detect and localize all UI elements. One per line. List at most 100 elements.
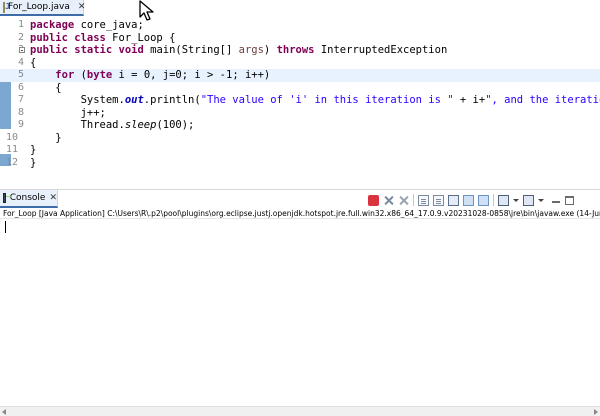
code-token: core_java;	[74, 19, 144, 31]
code-line[interactable]: 11}	[0, 144, 600, 157]
open-console-icon[interactable]	[523, 194, 534, 206]
line-number: 10	[6, 131, 19, 143]
code-token: byte	[86, 69, 113, 81]
code-text: j++;	[30, 107, 106, 120]
line-number: 9	[17, 119, 24, 130]
code-token: }	[30, 144, 37, 156]
code-token: (	[74, 69, 87, 81]
code-token: for	[55, 69, 75, 81]
toolbar-separator	[413, 194, 414, 206]
line-number: 12	[6, 156, 19, 168]
code-token: {	[30, 56, 37, 69]
code-line[interactable]: 3public static void main(String[] args) …	[0, 44, 600, 57]
code-token: args	[238, 44, 264, 56]
console-toolbar	[368, 193, 574, 207]
console-icon	[3, 193, 12, 203]
editor-tab-title: For_Loop.java	[8, 2, 70, 12]
code-token: i = 0, j=0; i > -1; i++)	[112, 69, 271, 81]
code-line[interactable]: 6 {	[0, 82, 600, 95]
code-token: out	[124, 94, 144, 106]
line-number: 5	[17, 69, 24, 80]
console-horizontal-scrollbar[interactable]	[0, 406, 600, 416]
code-editor[interactable]: 1 package core_java; 2 public class For_Loo…	[0, 17, 600, 190]
minimize-icon[interactable]	[552, 195, 561, 206]
line-number: 8	[17, 106, 24, 118]
editor-tab-for-loop[interactable]: For_Loop.java ✕	[0, 0, 86, 16]
code-token: j++;	[30, 106, 106, 119]
maximize-icon[interactable]	[565, 195, 574, 205]
java-file-icon	[3, 1, 10, 13]
close-icon[interactable]: ✕	[49, 193, 57, 203]
scroll-right-icon[interactable]	[594, 409, 598, 415]
code-text: {	[30, 57, 36, 70]
code-token: System.	[30, 94, 125, 106]
code-token: For_Loop {	[105, 31, 176, 44]
process-label: For_Loop [Java Application] C:\Users\R\.…	[0, 208, 600, 219]
code-line[interactable]: 5 for (byte i = 0, j=0; i > -1; i++)	[0, 69, 600, 82]
display-console-icon[interactable]	[498, 194, 509, 206]
code-token: public static void	[30, 44, 144, 56]
code-text: }	[30, 131, 62, 145]
chevron-down-icon[interactable]	[538, 195, 544, 206]
chevron-down-icon[interactable]	[513, 195, 519, 206]
line-number: 1	[17, 19, 24, 30]
code-token: }	[30, 156, 37, 169]
remove-all-terminated-icon[interactable]	[398, 195, 409, 206]
console-tab[interactable]: Console ✕	[0, 190, 58, 208]
editor-tab-bar: For_Loop.java ✕	[0, 0, 600, 17]
show-on-output-icon[interactable]	[463, 194, 474, 206]
code-token: + i+	[453, 94, 486, 106]
word-wrap-icon[interactable]	[433, 194, 444, 206]
code-token: }	[30, 131, 62, 144]
code-token: (100);	[156, 119, 195, 131]
line-number: 4	[17, 56, 24, 68]
code-token: main(String[]	[143, 44, 239, 56]
line-number: 7	[17, 94, 24, 105]
code-text: public static void main(String[] args) t…	[30, 44, 447, 57]
fold-toggle-icon[interactable]	[19, 47, 25, 53]
code-line[interactable]: 4{	[0, 57, 600, 70]
code-token: )	[263, 44, 277, 56]
show-on-error-icon[interactable]	[478, 194, 489, 206]
code-token: Thread.	[30, 119, 125, 131]
code-token: InterruptedException	[314, 44, 448, 56]
code-line[interactable]: 10 }	[0, 132, 600, 145]
code-line[interactable]: 12}	[0, 157, 600, 170]
code-text: public class For_Loop {	[30, 32, 175, 45]
scroll-left-icon[interactable]	[2, 409, 6, 415]
code-token: "The value of 'i' in this iteration is "	[200, 94, 454, 106]
scroll-lock-icon[interactable]	[418, 194, 429, 206]
code-token: sleep	[124, 119, 157, 131]
code-line[interactable]: 2 public class For_Loop {	[0, 32, 600, 45]
code-text: package core_java;	[30, 19, 144, 32]
remove-launch-icon[interactable]	[383, 195, 394, 206]
code-token: public class	[30, 31, 106, 44]
code-token: package	[30, 19, 75, 31]
code-text: }	[30, 157, 36, 170]
line-number: 6	[17, 81, 24, 93]
line-number: 11	[6, 144, 19, 155]
console-output[interactable]	[0, 219, 600, 406]
console-tab-title: Console	[9, 193, 46, 203]
mouse-pointer-icon	[139, 0, 154, 21]
close-icon[interactable]: ✕	[78, 2, 86, 12]
code-token: {	[30, 81, 62, 94]
pin-console-icon[interactable]	[448, 194, 459, 206]
code-token: throws	[276, 44, 315, 56]
code-text: Thread.sleep(100);	[30, 119, 195, 132]
terminate-icon[interactable]	[368, 194, 379, 206]
text-caret	[5, 221, 6, 233]
code-text: System.out.println("The value of 'i' in …	[30, 94, 600, 107]
code-line[interactable]: 9 Thread.sleep(100);	[0, 119, 600, 132]
code-text: {	[30, 81, 62, 95]
code-token: .println(	[143, 94, 201, 106]
toolbar-separator	[493, 194, 494, 206]
code-token: ", and the iteration num	[485, 94, 600, 106]
code-line[interactable]: 1 package core_java;	[0, 19, 600, 32]
line-number: 2	[17, 31, 24, 43]
code-text: }	[30, 144, 36, 157]
code-line[interactable]: 7 System.out.println("The value of 'i' i…	[0, 94, 600, 107]
code-line[interactable]: 8 j++;	[0, 107, 600, 120]
code-text: for (byte i = 0, j=0; i > -1; i++)	[30, 69, 270, 82]
